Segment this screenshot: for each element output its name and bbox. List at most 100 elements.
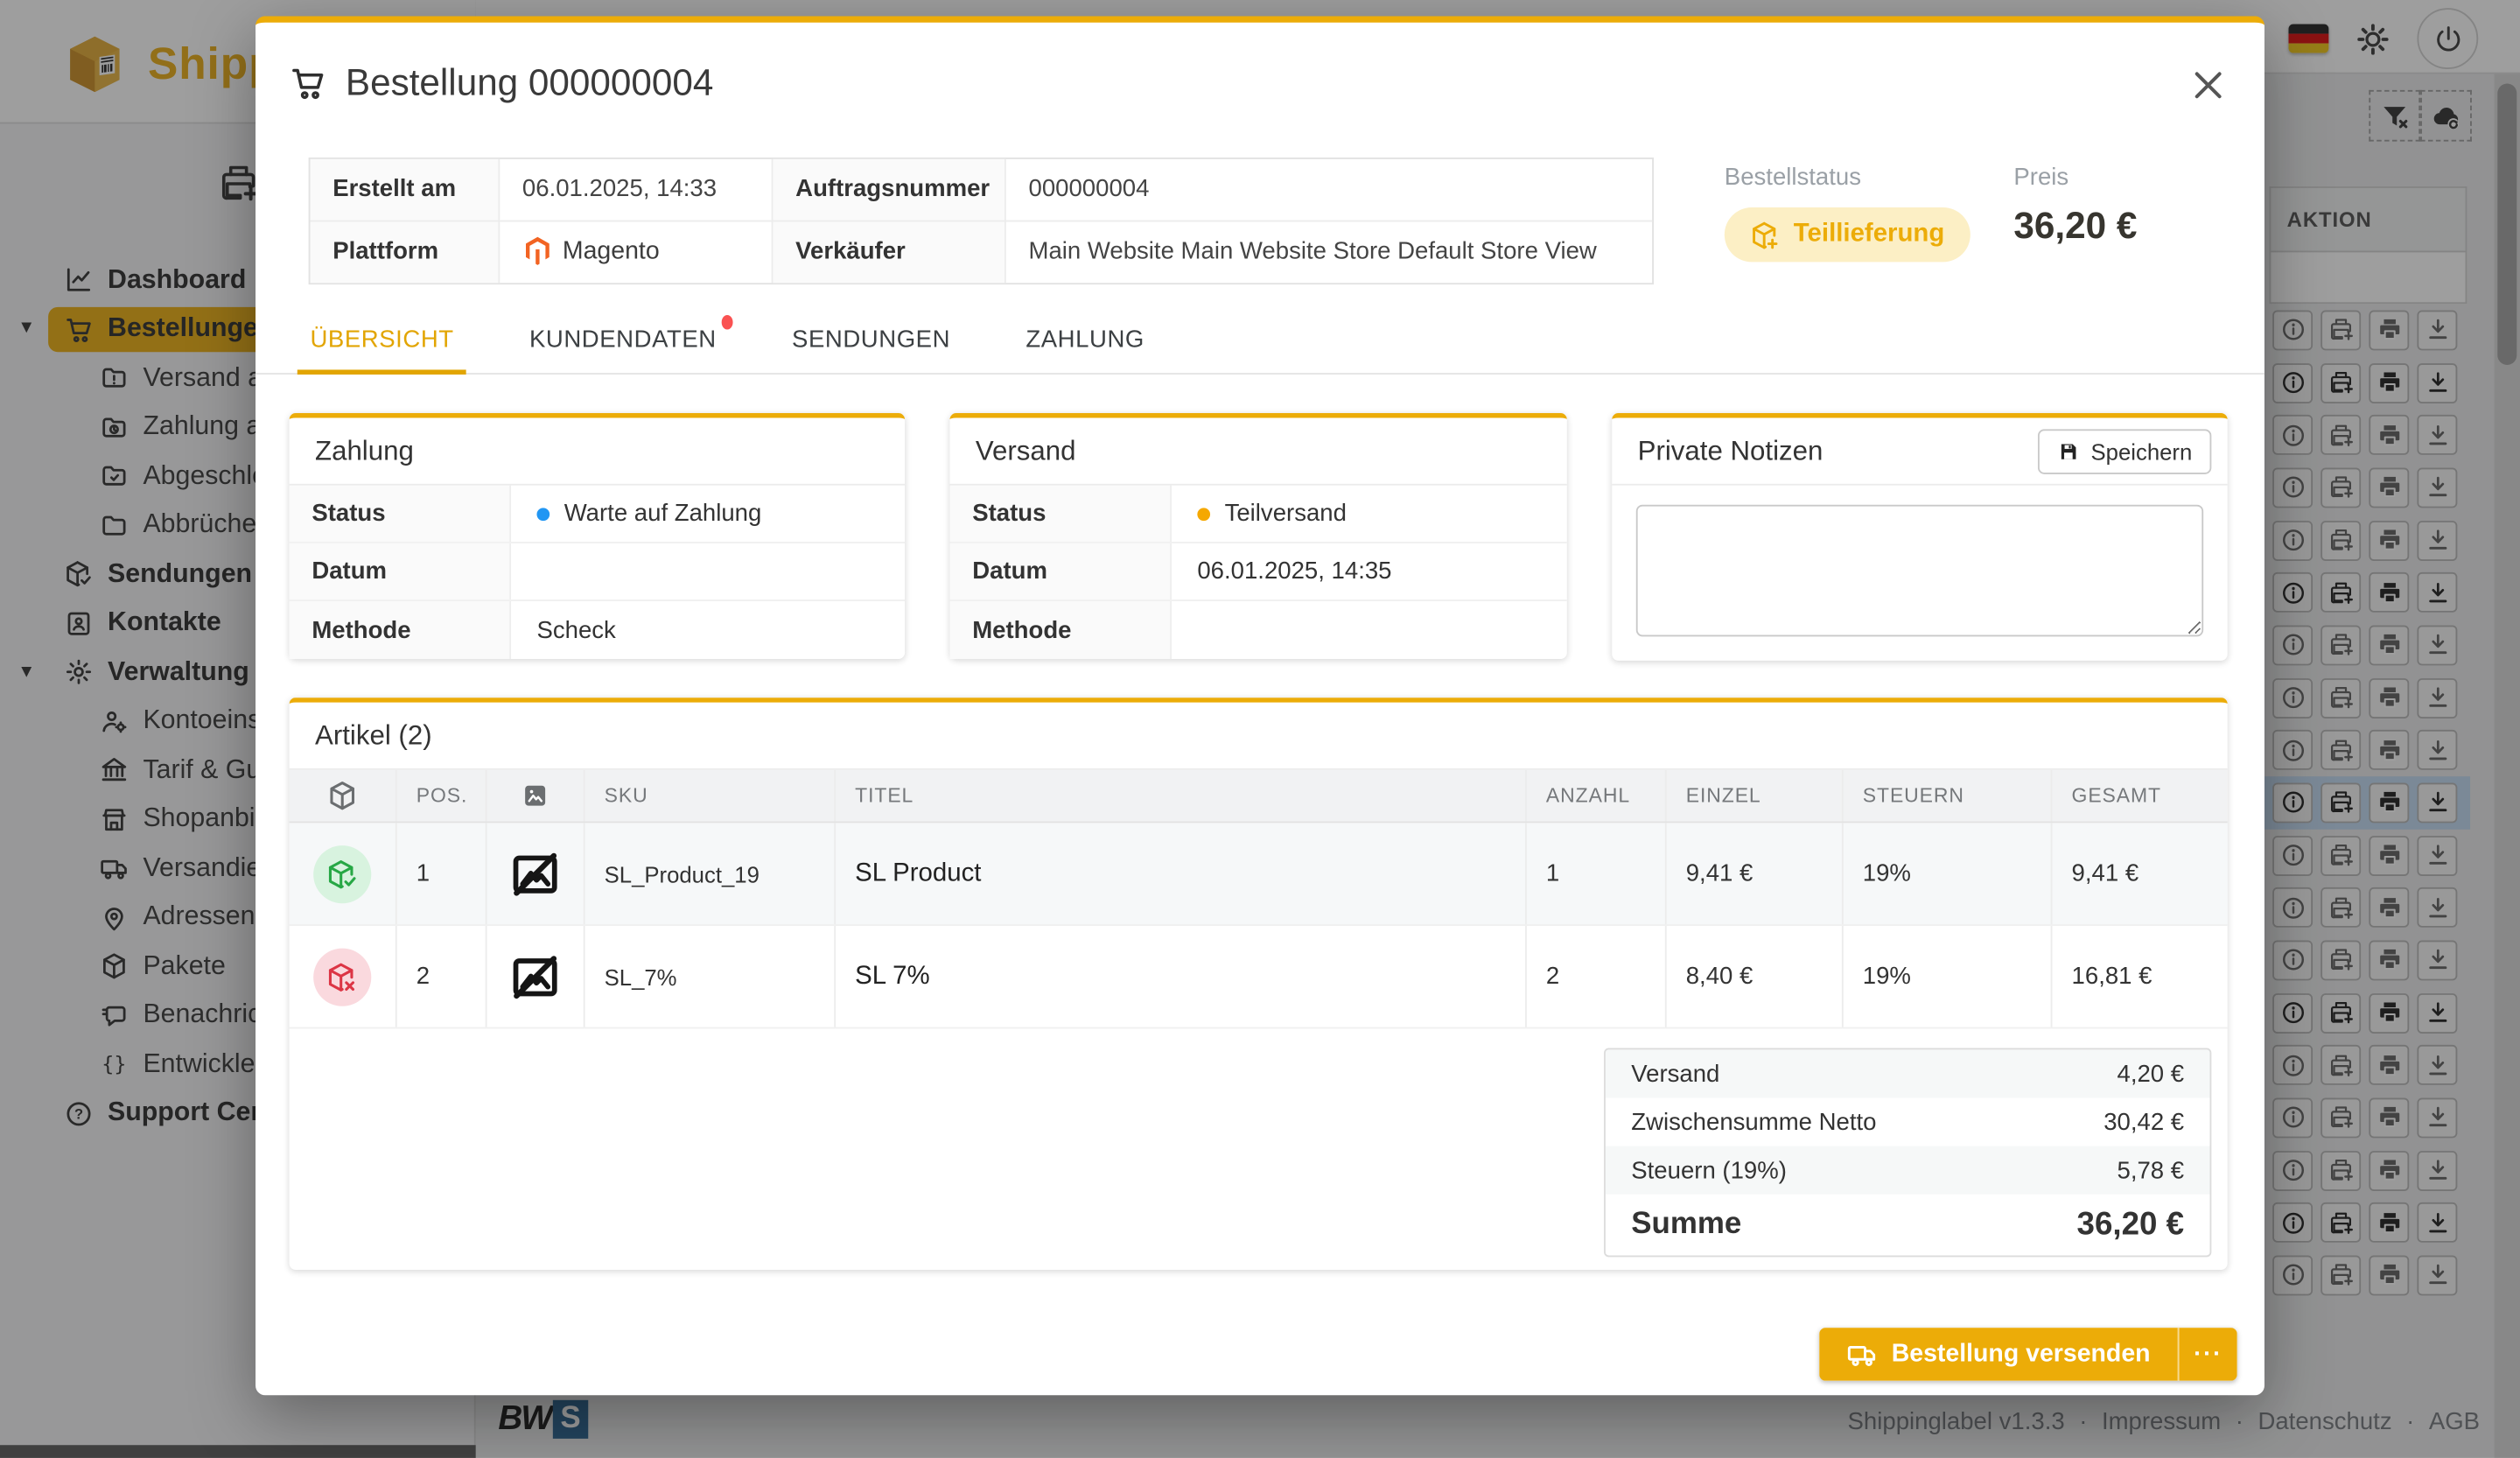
cart-icon [290, 64, 326, 101]
summary-row: Summe 36,20 € [1606, 1195, 2210, 1256]
article-row: 2 SL_7% SL 7% 2 8,40 € 19% 16,81 € [289, 925, 2228, 1029]
more-options-button[interactable]: ··· [2177, 1328, 2237, 1381]
close-icon[interactable] [2188, 64, 2230, 106]
article-pos: 2 [397, 925, 487, 1027]
col-pos: POS. [397, 769, 487, 822]
key-value-row: Datum 06.01.2025, 14:35 [949, 543, 1567, 601]
magento-icon [522, 235, 553, 270]
package-icon [326, 780, 359, 812]
item-ship-status-icon [313, 845, 372, 903]
article-total: 9,41 € [2071, 859, 2139, 887]
info-label: Auftragsnummer [773, 158, 1006, 221]
tab[interactable]: ZAHLUNG [1026, 305, 1144, 373]
articles-table-body: 1 SL_Product_19 SL Product 1 9,41 € 19% … [289, 823, 2228, 1029]
article-unit-price: 9,41 € [1667, 823, 1844, 925]
order-detail-modal: Bestellung 000000004 Erstellt am 06.01.2… [256, 16, 2264, 1396]
row-value: Scheck [536, 616, 616, 644]
status-label: Bestellstatus [1724, 164, 1862, 192]
article-tax: 19% [1844, 823, 2053, 925]
package-plus-icon [1750, 220, 1781, 250]
info-label: Plattform [310, 221, 500, 284]
package-check-icon [326, 858, 359, 890]
col-gesamt: GESAMT [2071, 784, 2162, 808]
info-value-ordernumber: 000000004 [1005, 159, 1653, 221]
notes-card-title: Private Notizen [1637, 434, 1824, 466]
platform-logo: Magento [500, 221, 774, 284]
payment-card: Zahlung Status Warte auf Zahlung Datum M… [289, 413, 906, 660]
article-sku: SL_Product_19 [585, 823, 836, 925]
modal-title: Bestellung 000000004 [345, 60, 714, 103]
summary-row: Steuern (19%) 5,78 € [1605, 1146, 2210, 1195]
summary-label: Summe [1631, 1207, 1742, 1241]
status-dot [1197, 507, 1211, 521]
col-anzahl: ANZAHL [1527, 769, 1667, 822]
tab[interactable]: ÜBERSICHT [297, 305, 468, 375]
order-info-table: Erstellt am 06.01.2025, 14:33 Auftragsnu… [308, 157, 1654, 285]
info-label: Erstellt am [310, 158, 500, 221]
row-value: Warte auf Zahlung [564, 500, 762, 528]
status-badge: Teillieferung [1724, 207, 1970, 263]
col-einzel: EINZEL [1667, 769, 1844, 822]
article-total: 16,81 € [2071, 963, 2152, 991]
price-block: Preis 36,20 € [2013, 164, 2137, 248]
item-ship-status-icon [313, 947, 372, 1006]
row-value: Teilversand [1224, 500, 1347, 528]
col-steuern: STEUERN [1844, 769, 2053, 822]
article-quantity: 2 [1527, 925, 1667, 1027]
summary-value: 30,42 € [2104, 1108, 2185, 1136]
key-value-row: Status Teilversand [949, 485, 1567, 543]
info-value-seller: Main Website Main Website Store Default … [1028, 238, 1597, 266]
article-quantity: 1 [1527, 823, 1667, 925]
tab-label: ZAHLUNG [1026, 325, 1144, 354]
articles-card-title: Artikel (2) [289, 703, 2228, 770]
row-label: Datum [289, 543, 512, 600]
article-pos: 1 [397, 823, 487, 925]
package-x-icon [326, 960, 359, 992]
tab-label: KUNDENDATEN [528, 325, 717, 354]
row-label: Status [289, 485, 512, 542]
tab-label: ÜBERSICHT [310, 325, 454, 354]
notification-dot [721, 314, 733, 330]
row-label: Methode [949, 600, 1172, 660]
row-value: 06.01.2025, 14:35 [1197, 557, 1392, 585]
article-unit-price: 8,40 € [1667, 925, 1844, 1027]
modal-tabs: ÜBERSICHT KUNDENDATEN SENDUNGEN ZAHLUNG [256, 305, 2264, 375]
info-value-created: 06.01.2025, 14:33 [500, 158, 774, 221]
price-value: 36,20 € [2013, 204, 2138, 247]
articles-card: Artikel (2) POS. SKU TITEL ANZAHL EINZEL… [289, 697, 2228, 1271]
send-order-button[interactable]: Bestellung versenden [1819, 1328, 2178, 1381]
row-label: Methode [289, 600, 512, 660]
article-title: SL Product [836, 823, 1527, 925]
row-label: Datum [949, 543, 1172, 600]
screen: Shipp ▼ Dashboard ▼ [0, 0, 2520, 1458]
image-icon [519, 780, 551, 812]
summary-label: Steuern (19%) [1631, 1156, 1787, 1184]
articles-table-header: POS. SKU TITEL ANZAHL EINZEL STEUERN GES… [289, 769, 2228, 824]
image-missing-icon [508, 950, 562, 1004]
summary-label: Versand [1631, 1060, 1720, 1088]
image-missing-icon [508, 846, 562, 901]
private-notes-input[interactable] [1635, 504, 2204, 637]
col-sku: SKU [585, 769, 836, 822]
tab[interactable]: SENDUNGEN [792, 305, 950, 373]
notes-card: Private Notizen Speichern [1612, 413, 2228, 661]
order-status-block: Bestellstatus Teillieferung [1724, 164, 1970, 263]
article-row: 1 SL_Product_19 SL Product 1 9,41 € 19% … [289, 823, 2228, 926]
status-badge-label: Teillieferung [1793, 220, 1945, 248]
summary-label: Zwischensumme Netto [1631, 1108, 1877, 1136]
save-notes-button[interactable]: Speichern [2037, 429, 2212, 474]
key-value-row: Methode Scheck [289, 600, 905, 660]
summary-value: 5,78 € [2117, 1156, 2185, 1184]
info-label: Verkäufer [773, 221, 1006, 284]
save-button-label: Speichern [2090, 438, 2193, 465]
order-summary: Versand 4,20 € Zwischensumme Netto 30,42… [1604, 1048, 2212, 1258]
row-label: Status [949, 485, 1172, 542]
summary-value: 4,20 € [2117, 1060, 2185, 1088]
price-label: Preis [2013, 164, 2069, 192]
tab[interactable]: KUNDENDATEN [528, 305, 733, 373]
article-sku: SL_7% [585, 925, 836, 1027]
summary-row: Zwischensumme Netto 30,42 € [1606, 1097, 2210, 1146]
send-order-button-group: Bestellung versenden ··· [1819, 1328, 2237, 1381]
truck-icon [1846, 1339, 1877, 1370]
article-tax: 19% [1844, 925, 2053, 1027]
